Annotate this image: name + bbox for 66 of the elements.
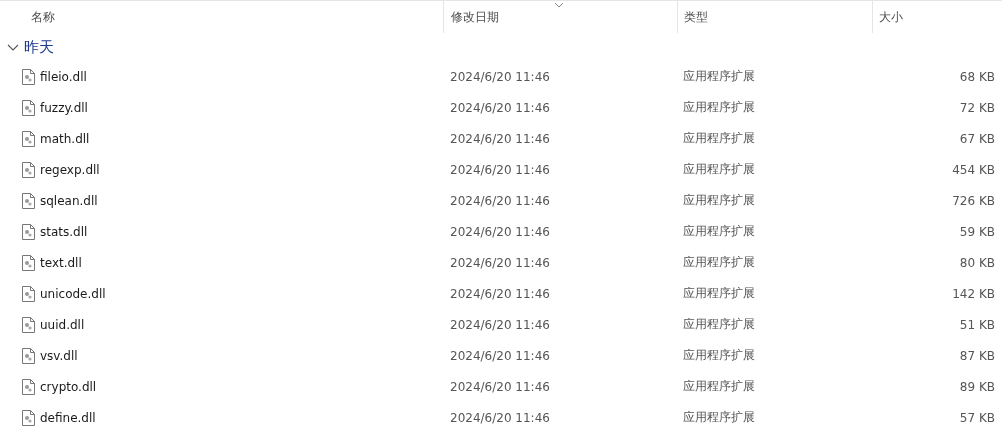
file-gear-icon xyxy=(22,347,35,364)
file-name[interactable]: math.dll xyxy=(40,131,90,146)
column-header[interactable]: 大小 xyxy=(872,1,1002,33)
file-type: 应用程序扩展 xyxy=(683,130,755,147)
file-size: 67 KB xyxy=(959,131,995,146)
file-type: 应用程序扩展 xyxy=(683,192,755,209)
date-modified: 2024/6/20 11:46 xyxy=(450,410,550,425)
sort-caret-icon xyxy=(554,2,564,8)
file-name[interactable]: define.dll xyxy=(40,410,96,425)
date-modified: 2024/6/20 11:46 xyxy=(450,224,550,239)
date-modified: 2024/6/20 11:46 xyxy=(450,162,550,177)
file-type: 应用程序扩展 xyxy=(683,409,755,426)
file-size: 89 KB xyxy=(959,379,995,394)
file-gear-icon xyxy=(22,254,35,271)
file-type: 应用程序扩展 xyxy=(683,347,755,364)
date-modified: 2024/6/20 11:46 xyxy=(450,348,550,363)
file-name[interactable]: crypto.dll xyxy=(40,379,97,394)
date-modified: 2024/6/20 11:46 xyxy=(450,317,550,332)
file-name[interactable]: vsv.dll xyxy=(40,348,78,363)
file-size: 80 KB xyxy=(959,255,995,270)
column-header[interactable]: 类型 xyxy=(677,1,872,33)
file-name[interactable]: fileio.dll xyxy=(40,69,87,84)
date-modified: 2024/6/20 11:46 xyxy=(450,379,550,394)
file-gear-icon xyxy=(22,378,35,395)
date-modified: 2024/6/20 11:46 xyxy=(450,255,550,270)
file-gear-icon xyxy=(22,68,35,85)
file-name[interactable]: uuid.dll xyxy=(40,317,85,332)
file-size: 68 KB xyxy=(959,69,995,84)
column-header[interactable]: 修改日期 xyxy=(443,1,677,33)
file-gear-icon xyxy=(22,130,35,147)
file-size: 51 KB xyxy=(959,317,995,332)
file-gear-icon xyxy=(22,223,35,240)
file-size: 87 KB xyxy=(959,348,995,363)
column-header[interactable]: 名称 xyxy=(0,1,443,33)
file-size: 142 KB xyxy=(952,286,995,301)
date-modified: 2024/6/20 11:46 xyxy=(450,131,550,146)
file-gear-icon xyxy=(22,409,35,426)
file-type: 应用程序扩展 xyxy=(683,161,755,178)
file-type: 应用程序扩展 xyxy=(683,68,755,85)
file-type: 应用程序扩展 xyxy=(683,316,755,333)
file-type: 应用程序扩展 xyxy=(683,254,755,271)
file-size: 72 KB xyxy=(959,100,995,115)
date-modified: 2024/6/20 11:46 xyxy=(450,100,550,115)
file-name[interactable]: fuzzy.dll xyxy=(40,100,88,115)
file-gear-icon xyxy=(22,99,35,116)
date-modified: 2024/6/20 11:46 xyxy=(450,193,550,208)
file-name[interactable]: regexp.dll xyxy=(40,162,100,177)
file-gear-icon xyxy=(22,316,35,333)
date-modified: 2024/6/20 11:46 xyxy=(450,69,550,84)
file-gear-icon xyxy=(22,285,35,302)
file-type: 应用程序扩展 xyxy=(683,378,755,395)
file-size: 59 KB xyxy=(959,224,995,239)
group-heading[interactable]: 昨天 xyxy=(24,37,54,57)
file-name[interactable]: sqlean.dll xyxy=(40,193,98,208)
file-name[interactable]: unicode.dll xyxy=(40,286,106,301)
file-gear-icon xyxy=(22,161,35,178)
file-gear-icon xyxy=(22,192,35,209)
file-name[interactable]: text.dll xyxy=(40,255,82,270)
date-modified: 2024/6/20 11:46 xyxy=(450,286,550,301)
file-name[interactable]: stats.dll xyxy=(40,224,88,239)
file-size: 57 KB xyxy=(959,410,995,425)
file-type: 应用程序扩展 xyxy=(683,223,755,240)
file-type: 应用程序扩展 xyxy=(683,99,755,116)
file-type: 应用程序扩展 xyxy=(683,285,755,302)
file-size: 454 KB xyxy=(952,162,995,177)
file-size: 726 KB xyxy=(952,193,995,208)
